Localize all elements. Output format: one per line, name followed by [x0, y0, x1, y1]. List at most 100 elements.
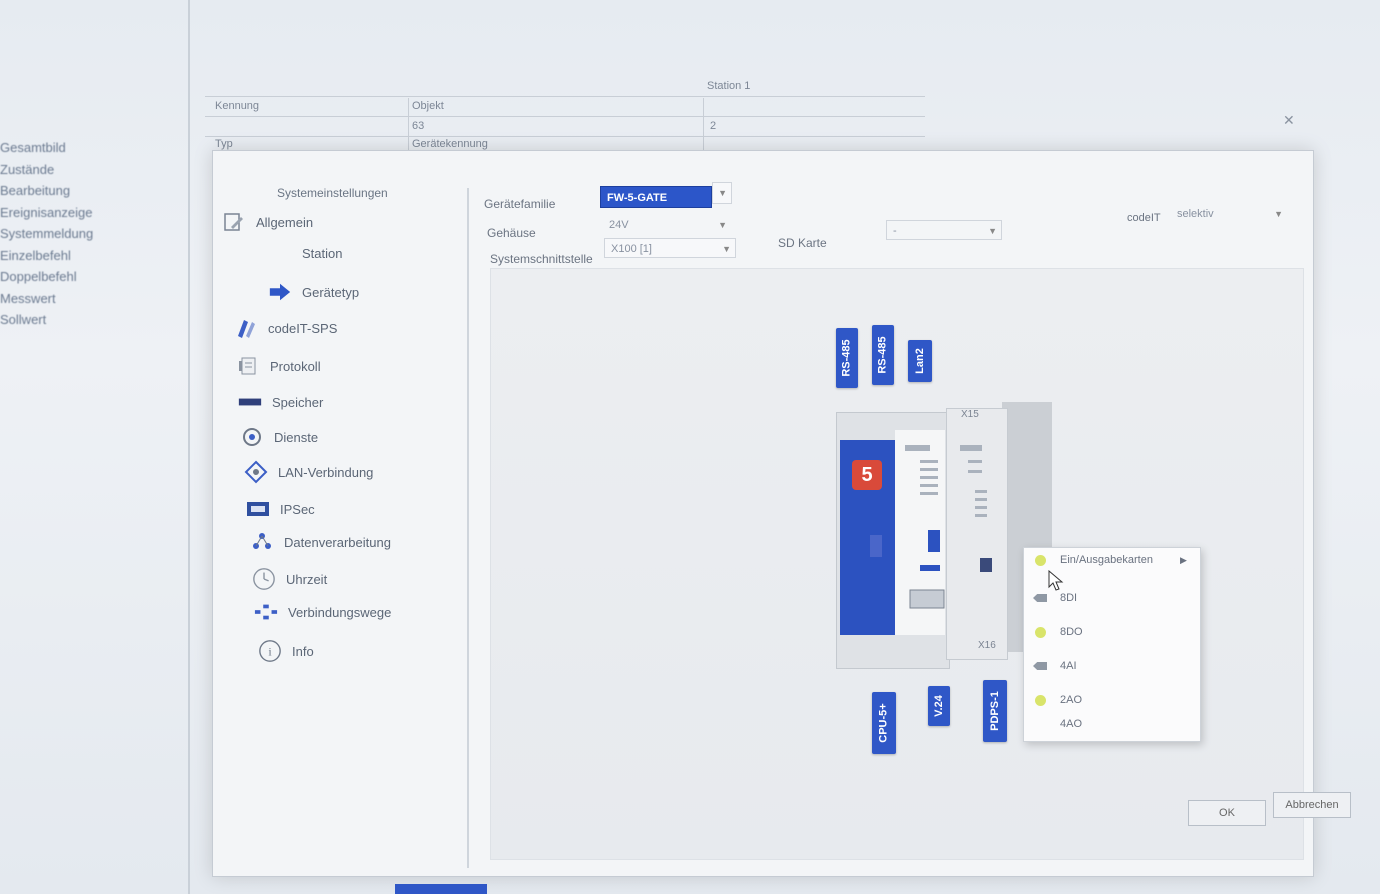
tree-item[interactable]: Doppelbefehl	[0, 269, 190, 291]
sdkarte-select[interactable]: - ▼	[886, 220, 1002, 240]
io-card-icon	[1032, 694, 1048, 706]
close-icon[interactable]: ✕	[1283, 112, 1295, 129]
sdkarte-label: SD Karte	[778, 236, 827, 250]
nav-item-geraetetyp[interactable]: Gerätetyp	[268, 280, 359, 304]
codeit-select[interactable]: selektiv ▼	[1170, 203, 1288, 223]
taskbar-indicator	[395, 884, 487, 894]
table-row: Station 1	[205, 78, 925, 97]
background-divider	[188, 0, 190, 894]
station-header: Station 1	[707, 80, 751, 92]
panel-divider	[467, 188, 469, 868]
module-tag-v24[interactable]: V.24	[928, 686, 950, 726]
tree-item[interactable]: Zustände	[0, 162, 190, 184]
chevron-down-icon: ▼	[722, 244, 731, 254]
nav-item-verbindungswege[interactable]: Verbindungswege	[254, 600, 391, 624]
chevron-down-icon: ▼	[718, 220, 727, 230]
nav-label: Dienste	[274, 429, 319, 445]
geraetefamilie-dropdown-button[interactable]: ▼	[712, 182, 732, 204]
chevron-right-icon: ▶	[1180, 554, 1187, 565]
ok-button[interactable]: OK	[1188, 800, 1266, 826]
nav-item-ipsec[interactable]: IPSec	[246, 497, 315, 521]
table-cell: 63	[412, 120, 425, 132]
nav-item-speicher[interactable]: Speicher	[238, 390, 323, 414]
table-cell: Objekt	[412, 100, 444, 112]
tag-label: CPU-5+	[878, 703, 890, 743]
port-tag-rs485-1[interactable]: RS-485	[836, 328, 858, 388]
systemschnittstelle-label: Systemschnittstelle	[490, 252, 593, 266]
chevron-down-icon: ▼	[718, 188, 727, 198]
select-value: FW-5-GATE	[607, 192, 668, 204]
nav-header: Systemeinstellungen	[277, 186, 388, 200]
table-row: 63 2	[205, 118, 925, 137]
io-card-icon	[1032, 626, 1048, 638]
chevron-down-icon: ▼	[988, 226, 997, 236]
plug-icon	[1032, 592, 1048, 604]
port-tag-lan2[interactable]: Lan2	[908, 340, 932, 382]
menu-label: 4AO	[1060, 718, 1083, 730]
tree-item[interactable]: Systemmeldung	[0, 226, 190, 248]
slot-label-x15: X15	[961, 409, 979, 420]
nav-item-dienste[interactable]: Dienste	[240, 425, 318, 449]
column-divider	[703, 98, 704, 153]
nav-item-station[interactable]: Station	[302, 246, 342, 261]
document-icon	[236, 354, 260, 378]
tag-label: RS-485	[877, 336, 890, 374]
menu-item-2ao[interactable]: 2AO	[1032, 694, 1082, 706]
info-icon: i	[258, 639, 282, 663]
geraetefamilie-select[interactable]: FW-5-GATE	[600, 186, 712, 208]
data-processing-icon	[250, 530, 274, 554]
chevron-down-icon: ▼	[1274, 209, 1283, 219]
services-icon	[240, 425, 264, 449]
nav-label: Uhrzeit	[286, 571, 328, 587]
nav-label: Gerätetyp	[302, 284, 360, 300]
nav-item-codeit-sps[interactable]: codeIT-SPS	[234, 316, 337, 340]
codeit-icon	[234, 316, 258, 340]
nav-label: Speicher	[272, 394, 324, 410]
slot-label-x16: X16	[978, 640, 996, 651]
tree-item[interactable]: Messwert	[0, 291, 190, 313]
menu-item-4ao[interactable]: 4AO	[1060, 718, 1082, 730]
table-cell: Gerätekennung	[412, 138, 488, 150]
menu-item-8di[interactable]: 8DI	[1032, 592, 1077, 604]
module-tag-cpu[interactable]: CPU-5+	[872, 692, 896, 754]
nav-label: Datenverarbeitung	[284, 534, 391, 550]
device-details	[870, 445, 992, 609]
nav-label: Allgemein	[256, 214, 314, 230]
cancel-button[interactable]: Abbrechen	[1273, 792, 1351, 818]
tree-item[interactable]: Bearbeitung	[0, 183, 190, 205]
connection-icon	[254, 600, 278, 624]
module-tag-pdps[interactable]: PDPS-1	[983, 680, 1007, 742]
menu-label: 4AI	[1060, 660, 1077, 672]
nav-label: codeIT-SPS	[268, 320, 338, 336]
nav-label: Info	[292, 643, 314, 659]
nav-item-allgemein[interactable]: Allgemein	[222, 210, 313, 234]
nav-item-lan[interactable]: LAN-Verbindung	[244, 460, 373, 484]
nav-item-info[interactable]: i Info	[258, 639, 314, 663]
nav-item-datenverarbeitung[interactable]: Datenverarbeitung	[250, 530, 391, 554]
arrow-right-icon	[268, 280, 292, 304]
table-cell: Typ	[215, 138, 233, 150]
menu-item-4ai[interactable]: 4AI	[1032, 660, 1077, 672]
port-tag-rs485-2[interactable]: RS-485	[872, 325, 894, 385]
systemschnittstelle-select[interactable]: X100 [1] ▼	[604, 238, 736, 258]
nav-item-protokoll[interactable]: Protokoll	[236, 354, 321, 378]
gehaeuse-select[interactable]: 24V ▼	[602, 214, 732, 234]
menu-label: Ein/Ausgabekarten	[1060, 554, 1153, 566]
menu-label: 2AO	[1060, 694, 1083, 706]
column-divider	[408, 98, 409, 153]
tree-item[interactable]: Sollwert	[0, 312, 190, 334]
tree-item[interactable]: Einzelbefehl	[0, 248, 190, 270]
table-cell: Kennung	[215, 100, 260, 112]
nav-label: IPSec	[280, 501, 315, 517]
background-tree: Gesamtbild Zustände Bearbeitung Ereignis…	[0, 140, 190, 334]
nav-item-uhrzeit[interactable]: Uhrzeit	[252, 567, 327, 591]
context-menu-header-ein-ausgabekarten[interactable]: Ein/Ausgabekarten ▶	[1032, 554, 1187, 566]
tree-item[interactable]: Gesamtbild	[0, 140, 190, 162]
memory-icon	[238, 390, 262, 414]
nav-label: Station	[302, 246, 343, 261]
menu-item-8do[interactable]: 8DO	[1032, 626, 1083, 638]
tag-label: PDPS-1	[989, 691, 1001, 731]
menu-label: 8DO	[1060, 626, 1083, 638]
tag-label: Lan2	[914, 348, 926, 374]
tree-item[interactable]: Ereignisanzeige	[0, 205, 190, 227]
